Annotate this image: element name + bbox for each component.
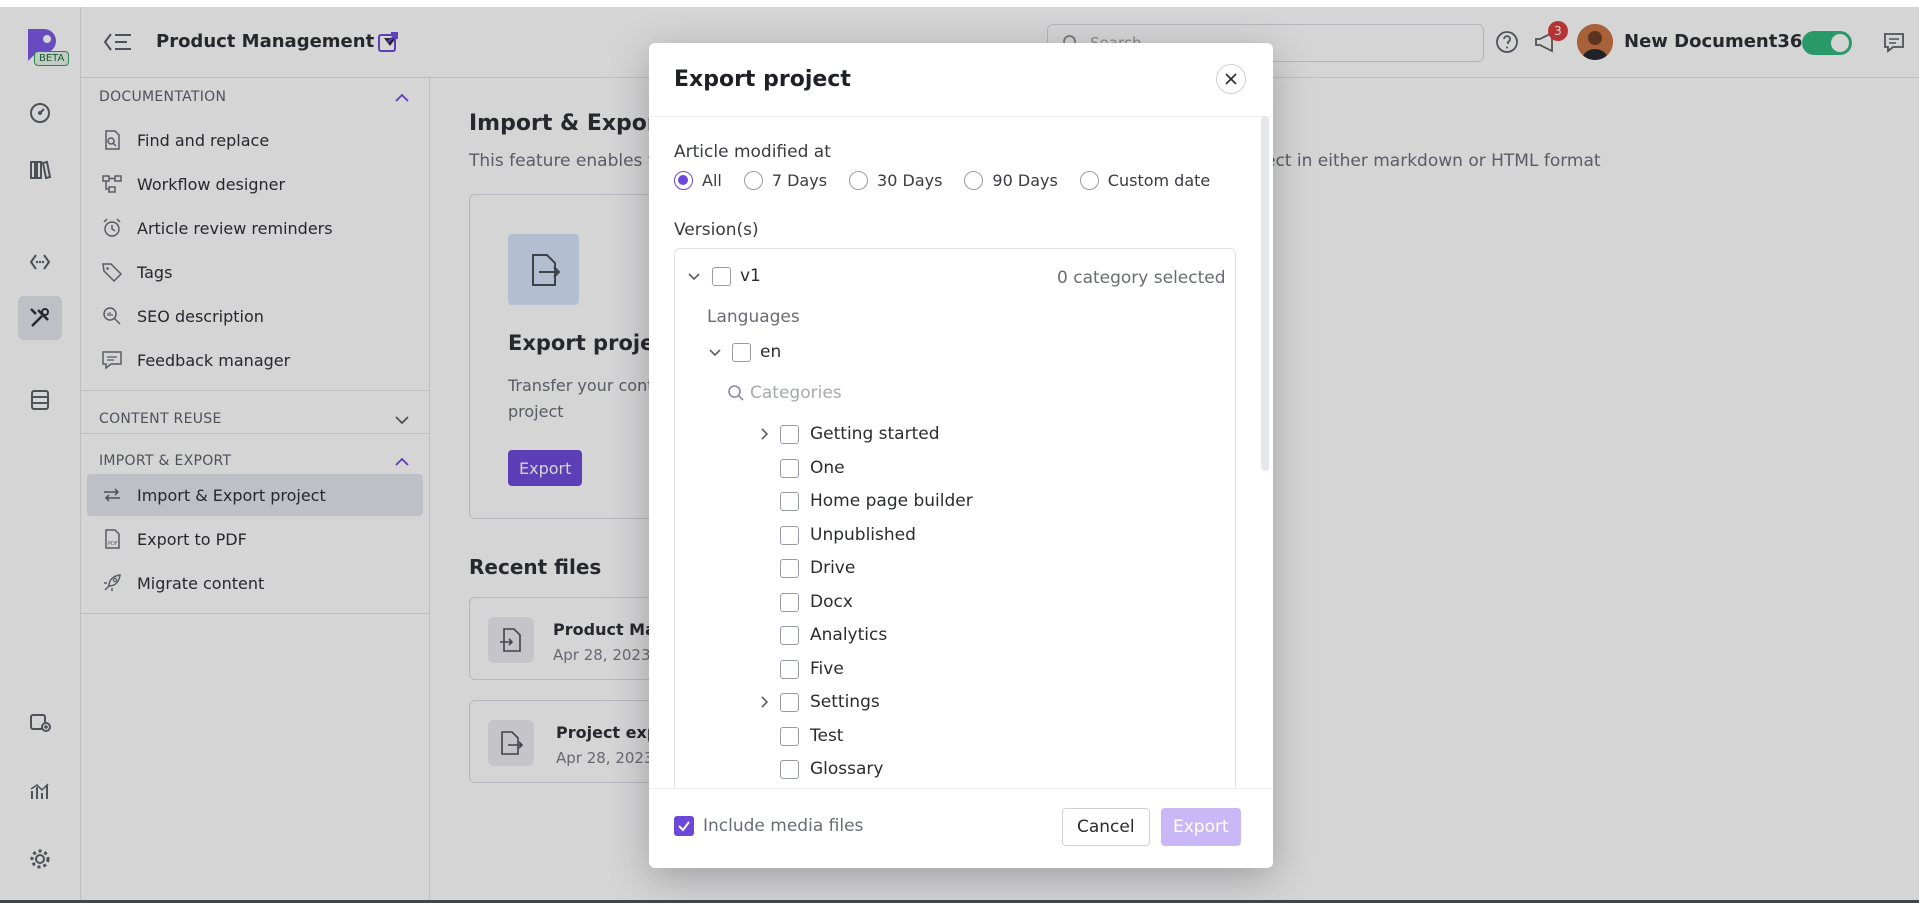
category-label: Getting started	[810, 424, 940, 444]
chevron-right-icon[interactable]	[757, 694, 773, 710]
category-checkbox[interactable]	[780, 559, 799, 578]
category-label: Docx	[810, 592, 853, 612]
radio-button[interactable]	[964, 171, 984, 190]
versions-label: Version(s)	[674, 220, 759, 240]
chevron-right-icon[interactable]	[757, 426, 773, 442]
radio-label: All	[702, 171, 722, 190]
category-checkbox[interactable]	[780, 593, 799, 612]
version-name: v1	[740, 266, 761, 286]
radio-30-days[interactable]: 30 Days	[849, 171, 942, 190]
category-checkbox[interactable]	[780, 425, 799, 444]
version-tree: v1 0 category selected Languages en Cate…	[674, 248, 1236, 848]
include-media-label: Include media files	[703, 816, 864, 836]
category-checkbox[interactable]	[780, 727, 799, 746]
radio-custom-date[interactable]: Custom date	[1079, 171, 1211, 190]
dialog-export-button[interactable]: Export	[1161, 808, 1241, 846]
close-button[interactable]	[1216, 64, 1246, 94]
top-strip	[0, 0, 1919, 7]
close-icon	[1225, 73, 1237, 85]
radio-button[interactable]	[849, 171, 869, 190]
category-label: Test	[810, 726, 844, 746]
category-label: Five	[810, 659, 844, 679]
language-checkbox[interactable]	[732, 343, 751, 362]
radio-7-days[interactable]: 7 Days	[743, 171, 828, 190]
languages-label: Languages	[707, 307, 800, 327]
language-name: en	[760, 342, 782, 362]
article-modified-label: Article modified at	[674, 142, 831, 162]
search-icon	[728, 385, 744, 401]
radio-label: 7 Days	[771, 171, 828, 190]
checkmark-icon	[678, 821, 690, 832]
chevron-down-icon[interactable]	[686, 269, 702, 285]
category-checkbox[interactable]	[780, 492, 799, 511]
modified-radio-group: All 7 Days 30 Days 90 Days Custom date	[674, 171, 1232, 190]
radio-button[interactable]	[674, 171, 693, 190]
cancel-button[interactable]: Cancel	[1062, 808, 1150, 846]
category-label: One	[810, 458, 845, 478]
radio-button[interactable]	[1079, 171, 1099, 190]
radio-all[interactable]: All	[674, 171, 722, 190]
category-checkbox[interactable]	[780, 660, 799, 679]
category-label: Home page builder	[810, 491, 973, 511]
radio-label: 30 Days	[877, 171, 943, 190]
category-checkbox[interactable]	[780, 526, 799, 545]
category-label: Settings	[810, 692, 880, 712]
category-checkbox[interactable]	[780, 760, 799, 779]
version-checkbox[interactable]	[712, 267, 731, 286]
category-checkbox[interactable]	[780, 459, 799, 478]
export-project-dialog: Export project Article modified at All 7…	[649, 43, 1273, 868]
radio-label: Custom date	[1107, 171, 1211, 190]
category-checkbox[interactable]	[780, 693, 799, 712]
dialog-title: Export project	[674, 67, 851, 92]
category-label: Drive	[810, 558, 856, 578]
dialog-scrollbar[interactable]	[1261, 116, 1269, 471]
category-checkbox[interactable]	[780, 626, 799, 645]
category-label: Analytics	[810, 625, 888, 645]
include-media-checkbox[interactable]	[674, 816, 694, 836]
radio-button[interactable]	[743, 171, 763, 190]
dialog-header: Export project	[649, 43, 1273, 117]
radio-90-days[interactable]: 90 Days	[964, 171, 1058, 190]
chevron-down-icon[interactable]	[707, 345, 723, 361]
category-label: Unpublished	[810, 525, 916, 545]
categories-search-input[interactable]: Categories	[750, 383, 842, 403]
category-count: 0 category selected	[1057, 268, 1226, 288]
radio-label: 90 Days	[992, 171, 1058, 190]
category-label: Glossary	[810, 759, 884, 779]
